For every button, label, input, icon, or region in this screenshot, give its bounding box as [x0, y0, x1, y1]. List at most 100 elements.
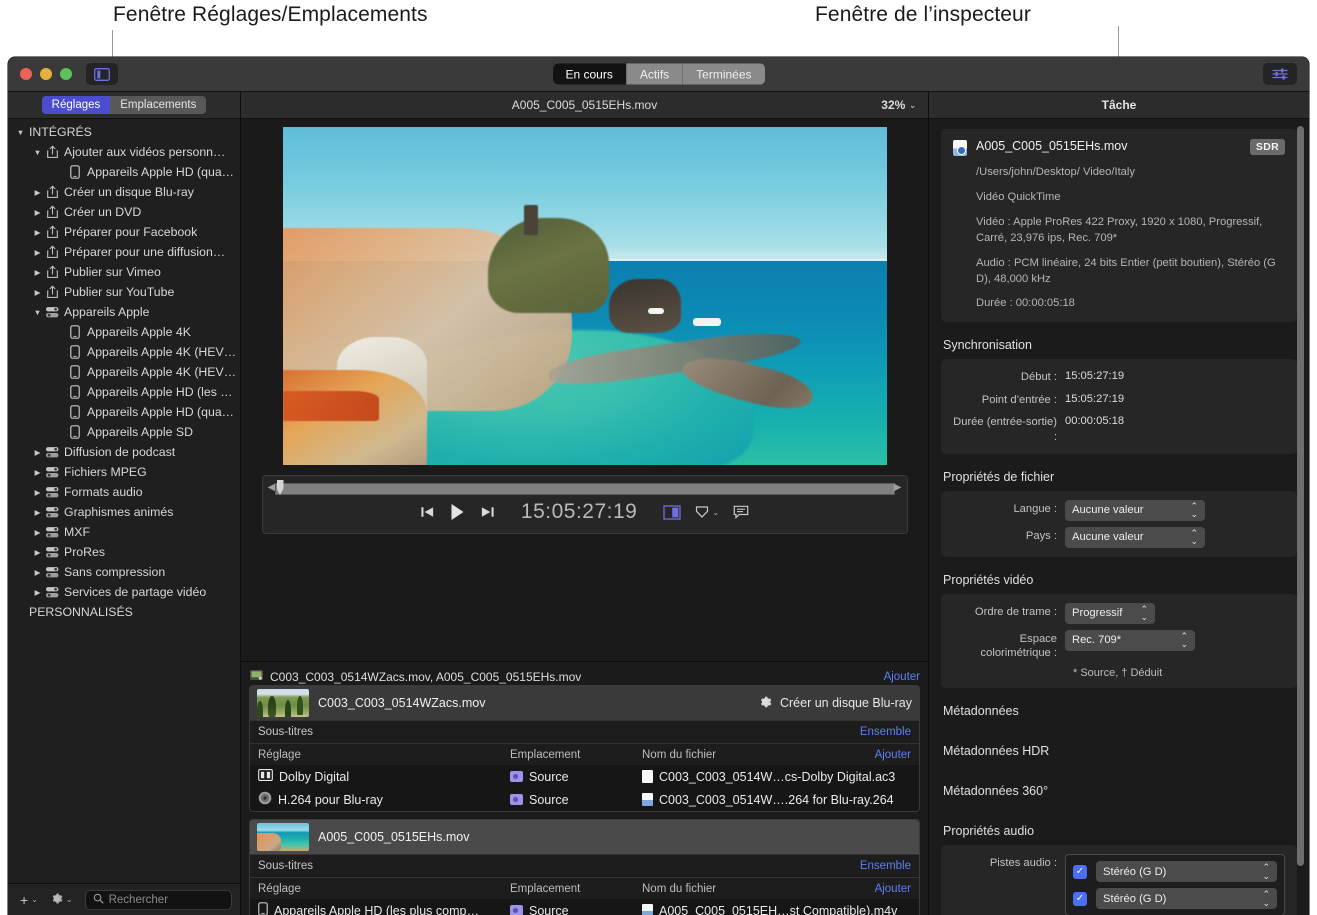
field-order-popup[interactable]: Progressif ⌃ ⌄ — [1065, 602, 1155, 624]
settings-tree-item[interactable]: Sans compression — [8, 562, 240, 582]
language-popup[interactable]: Aucune valeur ⌃ ⌄ — [1065, 499, 1205, 521]
zoom-button[interactable] — [60, 68, 72, 80]
job-header[interactable]: C003_C003_0514WZacs.mov Créer un disque B… — [250, 686, 919, 720]
close-button[interactable] — [20, 68, 32, 80]
settings-tree-item[interactable]: Publier sur Vimeo — [8, 262, 240, 282]
disclosure-triangle-closed[interactable] — [31, 488, 44, 497]
job-item[interactable]: C003_C003_0514WZacs.mov Créer un disque B… — [249, 685, 920, 812]
disc-icon — [258, 791, 272, 808]
scrub-out-point[interactable]: ▶ — [894, 482, 902, 493]
settings-tree-item[interactable]: Services de partage vidéo — [8, 582, 240, 602]
output-setting-label: Appareils Apple HD (les plus comp… — [274, 903, 479, 915]
settings-tree-item[interactable]: Appareils Apple HD (quali… — [8, 162, 240, 182]
add-setting-button[interactable]: + ⌄ — [16, 890, 42, 910]
minimize-button[interactable] — [40, 68, 52, 80]
disclosure-triangle-open[interactable] — [31, 148, 44, 157]
job-header[interactable]: A005_C005_0515EHs.mov — [250, 820, 919, 854]
section-title-metadata-hdr[interactable]: Métadonnées HDR — [943, 744, 1297, 758]
audio-track-layout-popup[interactable]: Stéréo (G D) ⌃ ⌄ — [1096, 861, 1277, 883]
share-icon — [44, 285, 60, 299]
inspector-scrollbar[interactable] — [1297, 126, 1304, 896]
disclosure-triangle-open[interactable] — [14, 128, 27, 137]
sidebar-toggle-button[interactable] — [86, 63, 118, 85]
settings-tree-item[interactable]: Appareils Apple SD — [8, 422, 240, 442]
section-title-metadata[interactable]: Métadonnées — [943, 704, 1297, 718]
batch-add-link[interactable]: Ajouter — [884, 671, 920, 683]
settings-tree-item[interactable]: Publier sur YouTube — [8, 282, 240, 302]
tab-terminees[interactable]: Terminées — [683, 63, 765, 85]
settings-tree-item[interactable]: Créer un DVD — [8, 202, 240, 222]
disclosure-triangle-closed[interactable] — [31, 508, 44, 517]
disclosure-triangle-closed[interactable] — [31, 468, 44, 477]
disclosure-triangle-closed[interactable] — [31, 528, 44, 537]
audio-track-checkbox[interactable]: ✓ — [1073, 891, 1087, 906]
disclosure-triangle-closed[interactable] — [31, 548, 44, 557]
skip-to-end-button[interactable] — [480, 505, 495, 519]
tab-reglages[interactable]: Réglages — [41, 96, 111, 114]
subtitles-ensemble-link[interactable]: Ensemble — [860, 726, 911, 738]
job-destination[interactable]: Créer un disque Blu-ray — [758, 695, 912, 712]
country-popup[interactable]: Aucune valeur ⌃ ⌄ — [1065, 526, 1205, 548]
disclosure-triangle-open[interactable] — [31, 308, 44, 317]
tab-actifs[interactable]: Actifs — [626, 63, 684, 85]
settings-tree-item[interactable]: Créer un disque Blu-ray — [8, 182, 240, 202]
job-output-row[interactable]: Dolby Digital Source C003_C003_0514W…cs-Do… — [250, 765, 919, 788]
settings-tree-item[interactable]: Ajouter aux vidéos personn… — [8, 142, 240, 162]
settings-tree-item[interactable]: Fichiers MPEG — [8, 462, 240, 482]
settings-locations-tabs[interactable]: Réglages Emplacements — [41, 96, 207, 114]
audio-track-layout-popup[interactable]: Stéréo (G D) ⌃ ⌄ — [1096, 888, 1277, 910]
job-output-row[interactable]: Appareils Apple HD (les plus comp… Source… — [250, 899, 919, 915]
scrubber[interactable]: ◀ ▶ — [267, 480, 903, 495]
settings-tree-item[interactable]: MXF — [8, 522, 240, 542]
caption-button[interactable] — [733, 505, 749, 519]
colorspace-popup[interactable]: Rec. 709* ⌃ ⌄ — [1065, 629, 1195, 651]
settings-tree-item[interactable]: Appareils Apple 4K (HEV… — [8, 362, 240, 382]
disclosure-triangle-closed[interactable] — [31, 228, 44, 237]
marker-shape-button[interactable]: ⌄ — [695, 505, 719, 519]
settings-tree-item[interactable]: Appareils Apple 4K — [8, 322, 240, 342]
settings-tree[interactable]: INTÉGRÉS Ajouter aux vidéos personn… Appar… — [8, 119, 240, 883]
inspector-scrollbar-thumb[interactable] — [1297, 126, 1304, 866]
job-item[interactable]: A005_C005_0515EHs.mov Sous-titres Ensemble… — [249, 819, 920, 915]
settings-tree-item[interactable]: Préparer pour une diffusion… — [8, 242, 240, 262]
settings-action-button[interactable]: ⌄ — [46, 890, 77, 910]
settings-tree-item[interactable]: Formats audio — [8, 482, 240, 502]
settings-tree-item[interactable]: Appareils Apple HD (quali… — [8, 402, 240, 422]
status-filter-segmented-control[interactable]: En cours Actifs Terminées — [552, 63, 765, 85]
skip-to-start-button[interactable] — [420, 505, 435, 519]
subtitles-ensemble-link[interactable]: Ensemble — [860, 860, 911, 872]
disclosure-triangle-closed[interactable] — [31, 268, 44, 277]
settings-tree-item[interactable]: Diffusion de podcast — [8, 442, 240, 462]
disclosure-triangle-closed[interactable] — [31, 448, 44, 457]
disclosure-triangle-closed[interactable] — [31, 568, 44, 577]
job-add-output-link[interactable]: Ajouter — [875, 883, 911, 895]
search-input[interactable]: Rechercher — [84, 889, 232, 910]
audio-track-checkbox[interactable]: ✓ — [1073, 864, 1087, 879]
settings-tree-item[interactable]: ProRes — [8, 542, 240, 562]
tab-emplacements[interactable]: Emplacements — [110, 96, 207, 114]
split-view-button[interactable] — [663, 504, 682, 520]
disclosure-triangle-closed[interactable] — [31, 188, 44, 197]
zoom-level-control[interactable]: 32% ⌄ — [881, 98, 916, 112]
disclosure-triangle-closed[interactable] — [31, 248, 44, 257]
settings-tree-item[interactable]: PERSONNALISÉS — [8, 602, 240, 622]
settings-tree-item[interactable]: Appareils Apple — [8, 302, 240, 322]
tab-en-cours[interactable]: En cours — [552, 63, 627, 85]
settings-tree-item[interactable]: Graphismes animés — [8, 502, 240, 522]
job-add-output-link[interactable]: Ajouter — [875, 749, 911, 761]
play-button[interactable] — [449, 503, 466, 521]
scrub-track[interactable] — [274, 483, 895, 495]
job-output-row[interactable]: H.264 pour Blu-ray Source C003_C003_0514W…… — [250, 788, 919, 811]
inspector-toggle-button[interactable] — [1263, 63, 1297, 85]
preview-boat-large — [693, 317, 722, 326]
settings-tree-item[interactable]: Appareils Apple HD (les p… — [8, 382, 240, 402]
settings-tree-item[interactable]: INTÉGRÉS — [8, 122, 240, 142]
section-title-metadata-360[interactable]: Métadonnées 360° — [943, 784, 1297, 798]
video-preview-image[interactable] — [282, 127, 887, 465]
settings-tree-item[interactable]: Appareils Apple 4K (HEV… — [8, 342, 240, 362]
disclosure-triangle-closed[interactable] — [31, 288, 44, 297]
settings-tree-item[interactable]: Préparer pour Facebook — [8, 222, 240, 242]
device-icon — [67, 345, 83, 359]
disclosure-triangle-closed[interactable] — [31, 208, 44, 217]
disclosure-triangle-closed[interactable] — [31, 588, 44, 597]
